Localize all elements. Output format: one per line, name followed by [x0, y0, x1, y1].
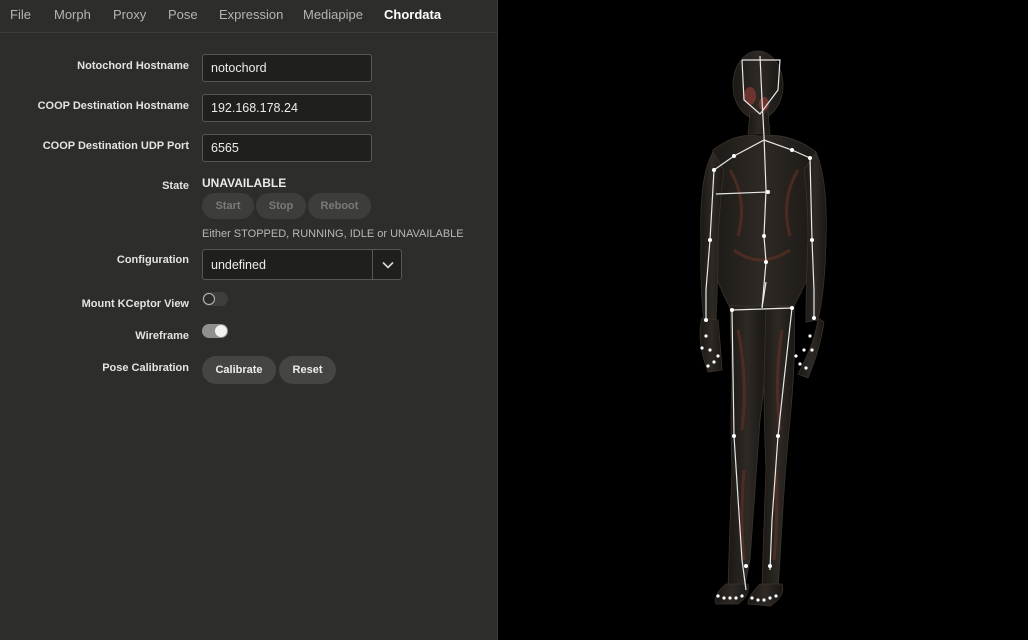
toggle-knob [215, 325, 227, 337]
coop-hostname-label: COOP Destination Hostname [37, 100, 189, 112]
menu-file[interactable]: File [10, 7, 31, 22]
menu-chordata[interactable]: Chordata [384, 7, 441, 22]
menu-expression[interactable]: Expression [219, 7, 283, 22]
reset-button[interactable]: Reset [279, 356, 336, 384]
stop-button[interactable]: Stop [256, 193, 306, 219]
coop-udp-port-input[interactable] [202, 134, 372, 162]
configuration-select[interactable]: undefined [202, 249, 402, 280]
wireframe-toggle[interactable] [202, 324, 228, 338]
menu-pose[interactable]: Pose [168, 7, 198, 22]
wireframe-label: Wireframe [135, 330, 189, 342]
chevron-down-icon[interactable] [373, 250, 402, 279]
calibrate-button[interactable]: Calibrate [202, 356, 276, 384]
menu-mediapipe[interactable]: Mediapipe [303, 7, 363, 22]
state-hint: Either STOPPED, RUNNING, IDLE or UNAVAIL… [202, 228, 464, 240]
state-value: UNAVAILABLE [202, 176, 287, 190]
reboot-button[interactable]: Reboot [308, 193, 371, 219]
notochord-hostname-label: Notochord Hostname [77, 60, 189, 72]
avatar-body [699, 50, 827, 607]
configuration-value: undefined [211, 258, 266, 272]
configuration-label: Configuration [116, 254, 189, 266]
mount-kceptor-view-label: Mount KCeptor View [81, 298, 189, 310]
app-window: File Morph Proxy Pose Expression Mediapi… [0, 0, 1028, 640]
notochord-hostname-input[interactable] [202, 54, 372, 82]
toggle-knob [203, 293, 215, 305]
3d-viewport[interactable] [498, 0, 1028, 640]
coop-hostname-input[interactable] [202, 94, 372, 122]
menu-bar: File Morph Proxy Pose Expression Mediapi… [0, 0, 497, 33]
avatar-render [699, 50, 827, 607]
mount-kceptor-view-toggle[interactable] [202, 292, 228, 306]
coop-udp-port-label: COOP Destination UDP Port [42, 140, 189, 152]
start-button[interactable]: Start [202, 193, 254, 219]
settings-panel: File Morph Proxy Pose Expression Mediapi… [0, 0, 498, 640]
pose-calibration-label: Pose Calibration [102, 362, 189, 374]
menu-proxy[interactable]: Proxy [113, 7, 146, 22]
menu-morph[interactable]: Morph [54, 7, 91, 22]
state-label: State [162, 180, 189, 192]
